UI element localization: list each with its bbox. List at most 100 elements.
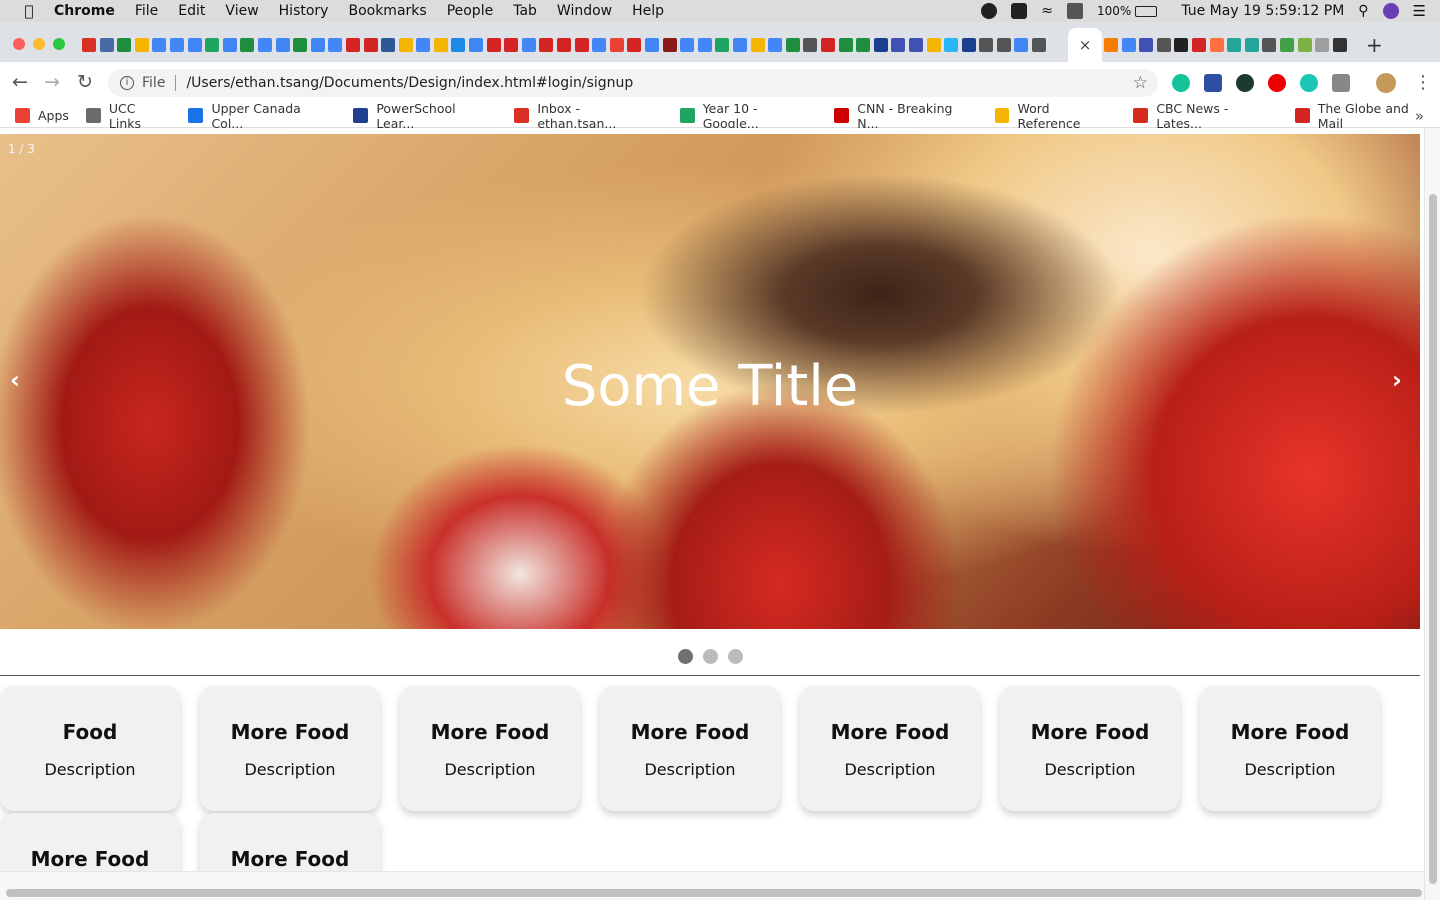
bookmark-star-icon[interactable]: ☆ xyxy=(1133,73,1148,93)
tab-favicon-icon[interactable] xyxy=(1209,38,1224,52)
carousel-dot[interactable] xyxy=(677,649,693,664)
vertical-scroll-thumb[interactable] xyxy=(1429,194,1437,884)
spotlight-icon[interactable]: ⚲ xyxy=(1358,3,1368,19)
url-text[interactable]: /Users/ethan.tsang/Documents/Design/inde… xyxy=(186,75,633,91)
tab-favicon-icon[interactable] xyxy=(416,38,431,52)
tab-favicon-icon[interactable] xyxy=(363,38,378,52)
food-card[interactable]: More Food Description xyxy=(400,686,580,811)
carousel-dot[interactable] xyxy=(727,649,743,664)
tab-favicon-icon[interactable] xyxy=(803,38,818,52)
close-window-icon[interactable] xyxy=(13,38,25,50)
reload-button[interactable]: ↻ xyxy=(77,71,93,93)
tab-favicon-icon[interactable] xyxy=(557,38,572,52)
menu-edit[interactable]: Edit xyxy=(178,3,205,19)
tab-favicon-icon[interactable] xyxy=(328,38,343,52)
bookmark-extension-icon[interactable] xyxy=(1204,74,1222,92)
tab-favicon-icon[interactable] xyxy=(152,38,167,52)
bookmark-item[interactable]: CNN - Breaking N... xyxy=(834,101,977,131)
forward-button[interactable]: → xyxy=(44,71,60,93)
tab-favicon-icon[interactable] xyxy=(134,38,149,52)
clock[interactable]: Tue May 19 5:59:12 PM xyxy=(1181,3,1344,19)
carousel-dot[interactable] xyxy=(702,649,718,664)
tab-favicon-icon[interactable] xyxy=(1332,38,1347,52)
tab-favicon-icon[interactable] xyxy=(785,38,800,52)
tab-favicon-icon[interactable] xyxy=(609,38,624,52)
menu-tab[interactable]: Tab xyxy=(513,3,537,19)
tab-favicon-icon[interactable] xyxy=(592,38,607,52)
tab-favicon-icon[interactable] xyxy=(345,38,360,52)
tab-favicon-icon[interactable] xyxy=(310,38,325,52)
notification-center-icon[interactable]: ☰ xyxy=(1413,2,1426,20)
food-card[interactable]: More Food Description xyxy=(600,686,780,811)
airplay-icon[interactable] xyxy=(1067,3,1083,19)
tab-favicon-icon[interactable] xyxy=(257,38,272,52)
ad-blocker-extension-icon[interactable] xyxy=(1268,74,1286,92)
tab-favicon-icon[interactable] xyxy=(521,38,536,52)
menu-app-name[interactable]: Chrome xyxy=(54,3,115,19)
minimize-window-icon[interactable] xyxy=(33,38,45,50)
profile-avatar[interactable] xyxy=(1376,73,1396,93)
bookmark-item[interactable]: Inbox - ethan.tsan... xyxy=(514,101,662,131)
tab-favicon-icon[interactable] xyxy=(539,38,554,52)
tab-favicon-icon[interactable] xyxy=(856,38,871,52)
apple-menu-icon[interactable]:  xyxy=(18,2,40,20)
tab-favicon-icon[interactable] xyxy=(275,38,290,52)
tab-favicon-icon[interactable] xyxy=(715,38,730,52)
siri-icon[interactable] xyxy=(1382,3,1399,19)
tab-favicon-icon[interactable] xyxy=(486,38,501,52)
tab-favicon-icon[interactable] xyxy=(1262,38,1277,52)
counter-extension-icon[interactable] xyxy=(1236,74,1254,92)
battery-icon[interactable] xyxy=(1135,5,1158,17)
bookmark-item[interactable]: Year 10 - Google... xyxy=(679,101,818,131)
tab-favicon-icon[interactable] xyxy=(433,38,448,52)
tab-favicon-icon[interactable] xyxy=(1279,38,1294,52)
food-card[interactable]: Food Description xyxy=(0,686,180,811)
bookmarks-overflow-icon[interactable]: » xyxy=(1415,107,1424,125)
tab-favicon-icon[interactable] xyxy=(979,38,994,52)
tab-favicon-icon[interactable] xyxy=(768,38,783,52)
wifi-icon[interactable]: ≈ xyxy=(1041,3,1053,19)
menu-help[interactable]: Help xyxy=(632,3,664,19)
food-card[interactable]: More Food Description xyxy=(800,686,980,811)
tab-favicon-icon[interactable] xyxy=(645,38,659,52)
tab-favicon-icon[interactable] xyxy=(750,38,765,52)
tab-favicon-icon[interactable] xyxy=(1104,38,1118,52)
tab-favicon-icon[interactable] xyxy=(1174,38,1189,52)
tab-favicon-icon[interactable] xyxy=(1014,38,1029,52)
tab-favicon-icon[interactable] xyxy=(504,38,519,52)
food-card[interactable]: More Food Description xyxy=(1200,686,1380,811)
tab-favicon-icon[interactable] xyxy=(1315,38,1330,52)
tab-favicon-icon[interactable] xyxy=(961,38,976,52)
bookmark-item[interactable]: Upper Canada Col... xyxy=(188,101,336,131)
back-button[interactable]: ← xyxy=(12,71,28,93)
menu-bookmarks[interactable]: Bookmarks xyxy=(348,3,426,19)
address-bar[interactable]: i File /Users/ethan.tsang/Documents/Desi… xyxy=(108,69,1158,97)
active-tab[interactable]: × xyxy=(1068,28,1102,62)
tab-favicon-icon[interactable] xyxy=(205,38,220,52)
food-card[interactable]: More Food Description xyxy=(1000,686,1180,811)
bookmark-item[interactable]: UCC Links xyxy=(85,101,172,131)
sync-icon[interactable] xyxy=(1011,3,1028,19)
tab-favicon-icon[interactable] xyxy=(820,38,835,52)
tab-favicon-icon[interactable] xyxy=(451,38,466,52)
tab-favicon-icon[interactable] xyxy=(1297,38,1312,52)
tab-favicon-icon[interactable] xyxy=(99,38,114,52)
tab-favicon-icon[interactable] xyxy=(1244,38,1259,52)
tab-favicon-icon[interactable] xyxy=(1227,38,1242,52)
tab-favicon-icon[interactable] xyxy=(944,38,959,52)
carousel-prev-button[interactable]: ‹ xyxy=(10,366,20,394)
tab-favicon-icon[interactable] xyxy=(1032,38,1047,52)
tab-favicon-icon[interactable] xyxy=(732,38,747,52)
tab-favicon-icon[interactable] xyxy=(187,38,202,52)
tab-favicon-icon[interactable] xyxy=(117,38,132,52)
tab-favicon-icon[interactable] xyxy=(1156,38,1171,52)
menu-file[interactable]: File xyxy=(135,3,158,19)
menu-window[interactable]: Window xyxy=(557,3,612,19)
tab-favicon-icon[interactable] xyxy=(662,38,677,52)
menu-view[interactable]: View xyxy=(225,3,258,19)
tab-favicon-icon[interactable] xyxy=(222,38,237,52)
horizontal-scrollbar[interactable] xyxy=(0,871,1424,900)
tab-favicon-icon[interactable] xyxy=(1121,38,1136,52)
site-info-icon[interactable]: i xyxy=(120,76,134,90)
focus-icon[interactable] xyxy=(981,3,998,19)
